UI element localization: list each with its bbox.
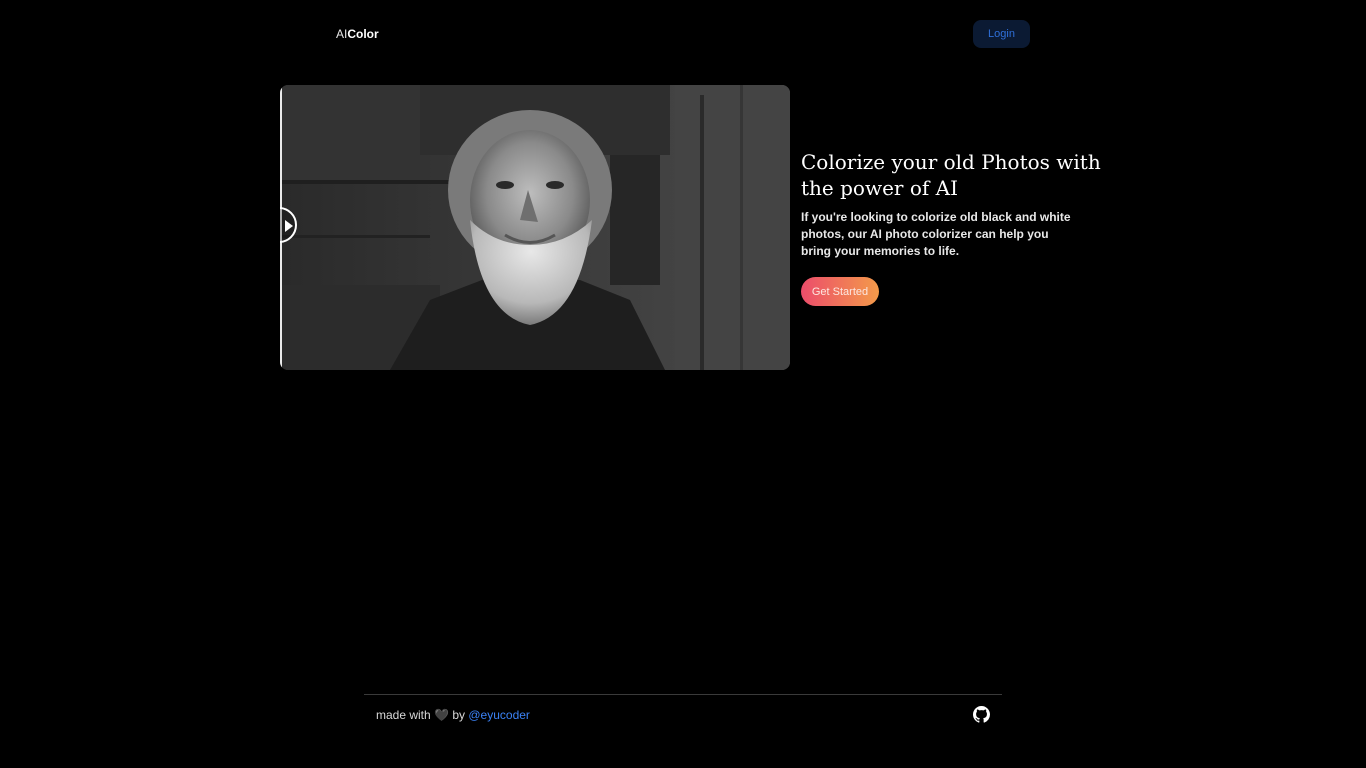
author-link[interactable]: @eyucoder	[468, 708, 530, 722]
get-started-button[interactable]: Get Started	[801, 277, 879, 306]
page: AIColor Login Colorize your old Photos w…	[0, 0, 1366, 768]
footer-made-with: made with	[376, 708, 431, 722]
footer-by: by	[452, 708, 466, 722]
heart-icon: 🖤	[434, 708, 449, 722]
photo-comparison-slider[interactable]	[280, 85, 790, 370]
login-button[interactable]: Login	[973, 20, 1030, 48]
logo[interactable]: AIColor	[336, 26, 379, 42]
hero-title: Colorize your old Photos with the power …	[801, 150, 1101, 200]
footer-divider	[364, 694, 1002, 695]
play-triangle-icon	[285, 220, 293, 232]
hero-description: If you're looking to colorize old black …	[801, 210, 1071, 258]
logo-name: Color	[347, 27, 379, 41]
logo-prefix: AI	[336, 27, 348, 41]
github-icon[interactable]	[973, 706, 990, 723]
footer-credits: made with 🖤 by @eyucoder	[376, 707, 530, 723]
old-man-photo	[280, 85, 790, 370]
